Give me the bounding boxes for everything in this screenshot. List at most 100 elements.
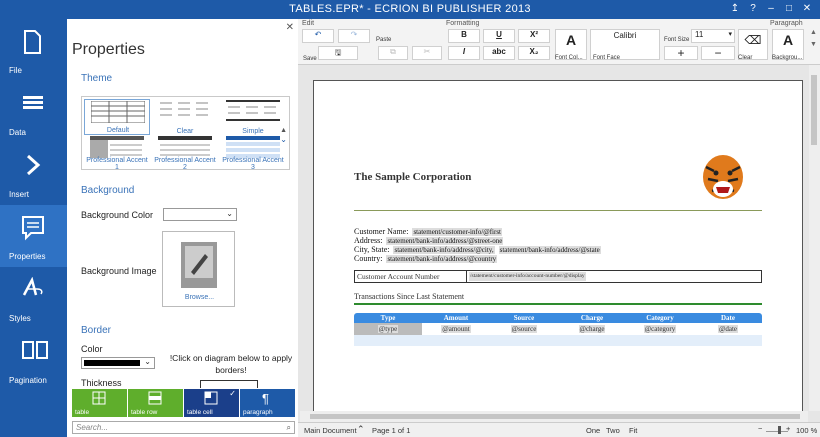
transactions-divider — [354, 303, 762, 305]
bold-button[interactable]: B — [448, 29, 480, 43]
address-field[interactable]: statement/bank-info/address/@street-one — [386, 237, 504, 245]
strikethrough-button[interactable]: abc — [483, 46, 515, 60]
status-bar: Main Document ⌃ Page 1 of 1 One Two Fit … — [298, 422, 820, 437]
italic-button[interactable]: I — [448, 46, 480, 60]
chevron-down-icon: ▾ — [728, 31, 732, 38]
bg-color-dropdown[interactable]: ⌄ — [163, 208, 237, 221]
zoom-slider[interactable] — [766, 431, 788, 432]
vertical-scrollbar[interactable] — [809, 65, 820, 411]
view-one-button[interactable]: One — [586, 426, 600, 435]
address-line: Address: statement/bank-info/address/@st… — [354, 236, 504, 245]
ribbon-scroll-up-icon[interactable]: ▲ — [810, 29, 817, 36]
underline-button[interactable]: U — [483, 29, 515, 43]
cell-category[interactable]: @category — [626, 323, 694, 335]
city-state-line: City, State: statement/bank-info/address… — [354, 245, 601, 254]
border-color-dropdown[interactable]: ⌄ — [81, 357, 155, 369]
col-category[interactable]: Category — [626, 313, 694, 323]
help-icon[interactable]: ? — [746, 2, 760, 16]
nav-file[interactable]: File — [0, 19, 67, 81]
cell-date[interactable]: @date — [694, 323, 762, 335]
redo-icon: ↷ — [350, 30, 358, 39]
superscript-button[interactable]: X² — [518, 29, 550, 43]
scroll-thumb[interactable] — [811, 75, 817, 145]
cut-button[interactable]: ✂ — [412, 46, 442, 60]
account-label-cell[interactable]: Customer Account Number — [355, 271, 467, 282]
chevron-down-icon: ⌄ — [226, 209, 233, 218]
pin-icon[interactable]: ↥ — [728, 2, 742, 16]
ribbon-scroll-down-icon[interactable]: ▼ — [810, 41, 817, 48]
tile-table-cell[interactable]: table cell ✓ — [184, 389, 239, 417]
border-target-tiles: table table row table cell ✓ ¶ paragraph — [72, 389, 295, 417]
city-field[interactable]: statement/bank-info/address/@city, — [393, 246, 495, 254]
save-button[interactable]: 🖫 — [318, 46, 358, 60]
undo-button[interactable]: ↶ — [302, 29, 334, 43]
subscript-button[interactable]: X₂ — [518, 46, 550, 60]
transactions-title[interactable]: Transactions Since Last Statement — [354, 292, 464, 301]
country-field[interactable]: statement/bank-info/address/@country — [386, 255, 498, 263]
view-two-button[interactable]: Two — [606, 426, 620, 435]
col-date[interactable]: Date — [694, 313, 762, 323]
zoom-in-icon[interactable]: + — [786, 424, 790, 433]
theme-simple[interactable]: Simple — [220, 99, 286, 135]
table-footer-row[interactable] — [354, 335, 762, 346]
close-window-icon[interactable]: ✕ — [800, 2, 814, 16]
redo-button[interactable]: ↷ — [338, 29, 370, 43]
scroll-thumb[interactable] — [310, 414, 800, 419]
copy-button[interactable]: ⧉ — [378, 46, 408, 60]
report-page[interactable]: The Sample Corporation Customer Name: st… — [313, 80, 803, 422]
cell-type[interactable]: @type — [354, 323, 422, 335]
nav-data[interactable]: Data — [0, 81, 67, 143]
tile-table-row[interactable]: table row — [128, 389, 183, 417]
theme-default[interactable]: Default — [84, 99, 150, 135]
theme-professional-accent-3[interactable]: Professional Accent 3 — [220, 135, 286, 171]
nav-insert[interactable]: Insert — [0, 143, 67, 205]
font-size-dropdown[interactable]: 11 ▾ — [691, 29, 735, 43]
col-type[interactable]: Type — [354, 313, 422, 323]
theme-preview-icon — [226, 136, 280, 158]
property-search-input[interactable]: Search... ⌕ — [72, 421, 295, 434]
company-title[interactable]: The Sample Corporation — [354, 171, 471, 183]
bg-image-picker[interactable]: Browse... — [162, 231, 235, 307]
col-charge[interactable]: Charge — [558, 313, 626, 323]
nav-properties[interactable]: Properties — [0, 205, 67, 267]
close-panel-icon[interactable]: ✕ — [286, 22, 294, 33]
state-field[interactable]: statement/bank-info/address/@state — [498, 246, 601, 254]
gallery-expand-icon[interactable]: ⌄ — [280, 135, 287, 144]
title-bar: TABLES.EPR* - ECRION BI PUBLISHER 2013 ↥… — [0, 0, 820, 19]
theme-professional-accent-2[interactable]: Professional Accent 2 — [152, 135, 218, 171]
nav-pagination[interactable]: Pagination — [0, 329, 67, 391]
minimize-icon[interactable]: – — [764, 2, 778, 16]
border-hint: !Click on diagram below to apply borders… — [169, 353, 293, 375]
customer-name-field[interactable]: statement/customer-info/@first — [412, 228, 502, 236]
theme-preview-icon — [226, 100, 280, 121]
col-source[interactable]: Source — [490, 313, 558, 323]
border-diagram[interactable] — [200, 380, 258, 388]
chevron-down-icon: ⌄ — [144, 357, 151, 366]
horizontal-scrollbar[interactable] — [300, 411, 808, 422]
cell-amount[interactable]: @amount — [422, 323, 490, 335]
maximize-icon[interactable]: □ — [782, 2, 796, 16]
theme-professional-accent-1[interactable]: Professional Accent 1 — [84, 135, 150, 171]
zoom-slider-thumb[interactable] — [778, 426, 781, 434]
table-header-row[interactable]: Type Amount Source Charge Category Date — [354, 313, 762, 323]
nav-styles[interactable]: Styles — [0, 267, 67, 329]
chevron-up-icon[interactable]: ⌃ — [357, 424, 365, 435]
account-number-field[interactable]: /statement/customer-info/account-number/… — [469, 272, 586, 281]
tile-table[interactable]: table — [72, 389, 127, 417]
increase-font-button[interactable]: + — [664, 46, 698, 60]
paste-label[interactable]: Paste — [376, 37, 391, 43]
col-amount[interactable]: Amount — [422, 313, 490, 323]
account-number-table[interactable]: Customer Account Number /statement/custo… — [354, 270, 762, 283]
zoom-out-icon[interactable]: − — [758, 424, 762, 433]
decrease-font-button[interactable]: − — [701, 46, 735, 60]
cell-source[interactable]: @source — [490, 323, 558, 335]
gallery-scroll-up-icon[interactable]: ▲ — [280, 127, 287, 134]
cell-charge[interactable]: @charge — [558, 323, 626, 335]
table-row[interactable]: @type @amount @source @charge @category … — [354, 323, 762, 335]
theme-preview-icon — [90, 136, 144, 158]
theme-clear[interactable]: Clear — [152, 99, 218, 135]
browse-link[interactable]: Browse... — [163, 294, 236, 301]
tile-paragraph[interactable]: ¶ paragraph — [240, 389, 295, 417]
view-fit-button[interactable]: Fit — [629, 426, 637, 435]
table-cell-icon — [204, 391, 218, 405]
